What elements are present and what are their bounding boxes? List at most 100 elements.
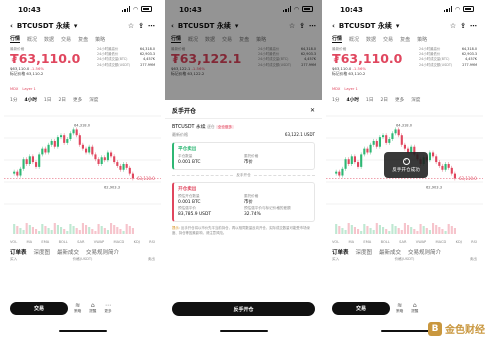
chevron-down-icon[interactable]: ▾ xyxy=(396,22,400,30)
ind-macd[interactable]: MACD xyxy=(114,240,125,244)
tab-strategy[interactable]: 策略 xyxy=(417,36,427,43)
tab-overview[interactable]: 概况 xyxy=(27,36,37,43)
interval-more[interactable]: 更多 xyxy=(395,97,404,103)
alert-button[interactable]: ⌂ 提醒 xyxy=(411,302,418,314)
tab-trade[interactable]: 交易 xyxy=(383,36,393,43)
symbol-title[interactable]: BTCUSDT 永续 xyxy=(17,21,70,31)
ind-macd[interactable]: MACD xyxy=(436,240,447,244)
interval-4h[interactable]: 4小时 xyxy=(25,97,37,103)
candle-body xyxy=(13,171,16,174)
ind-sar[interactable]: SAR xyxy=(399,240,406,244)
tab-data[interactable]: 数据 xyxy=(44,36,54,43)
ind-boll[interactable]: BOLL xyxy=(59,240,68,244)
tab-trade[interactable]: 交易 xyxy=(61,36,71,43)
trade-button[interactable]: 交易 xyxy=(10,301,68,315)
ind-ma[interactable]: MA xyxy=(27,240,33,244)
strategy-button[interactable]: ≋ 策略 xyxy=(396,302,403,314)
volume-bar xyxy=(391,224,394,234)
close-icon[interactable]: ✕ xyxy=(310,107,315,114)
tab-depth[interactable]: 深度图 xyxy=(34,248,51,256)
strategy-button[interactable]: ≋ 策略 xyxy=(74,302,81,314)
ind-vwap[interactable]: VWAP xyxy=(416,240,426,244)
candles-svg: 63,110.0 62,903.3 64,318.0 xyxy=(4,115,161,234)
ind-kdj[interactable]: KDJ xyxy=(134,240,140,244)
tab-overview[interactable]: 概况 xyxy=(349,36,359,43)
back-icon[interactable]: ‹ xyxy=(10,22,13,30)
tab-latest-trades[interactable]: 最新成交 xyxy=(379,248,401,256)
wifi-icon: ◠ xyxy=(455,5,460,13)
tab-orderbook[interactable]: 订单表 xyxy=(10,248,27,256)
sheet-title: 反手开仓 xyxy=(172,107,197,115)
tab-strategy[interactable]: 策略 xyxy=(95,36,105,43)
interval-1d[interactable]: 1日 xyxy=(366,97,374,103)
interval-1d[interactable]: 1日 xyxy=(44,97,52,103)
interval-1m[interactable]: 1分 xyxy=(10,97,18,103)
candle-body xyxy=(66,139,69,143)
candle-body xyxy=(78,135,81,145)
share-icon[interactable]: ⇪ xyxy=(138,22,144,30)
candle-body xyxy=(119,165,122,170)
trade-button[interactable]: 交易 xyxy=(332,301,390,315)
tag-mdx[interactable]: MDX xyxy=(10,87,18,94)
status-time: 10:43 xyxy=(340,4,363,14)
ind-rsi[interactable]: RSI xyxy=(149,240,155,244)
tab-rules[interactable]: 交易规则简介 xyxy=(86,248,119,256)
interval-depth[interactable]: 深度 xyxy=(411,97,420,103)
ind-ma[interactable]: MA xyxy=(349,240,355,244)
tab-review[interactable]: 复盘 xyxy=(78,36,88,43)
interval-more[interactable]: 更多 xyxy=(73,97,82,103)
volume-bar xyxy=(335,224,338,234)
tab-data[interactable]: 数据 xyxy=(366,36,376,43)
chevron-down-icon[interactable]: ▾ xyxy=(74,22,78,30)
tag-layer1[interactable]: Layer 1 xyxy=(344,87,357,94)
tab-orderbook[interactable]: 订单表 xyxy=(332,248,349,256)
bottom-tabs: 订单表 深度图 最新成交 交易规则简介 xyxy=(326,246,483,257)
ind-vol[interactable]: VOL xyxy=(10,240,17,244)
ind-kdj[interactable]: KDJ xyxy=(456,240,462,244)
tab-latest-trades[interactable]: 最新成交 xyxy=(57,248,79,256)
tab-depth[interactable]: 深度图 xyxy=(356,248,373,256)
candlestick-chart[interactable]: 63,110.0 62,903.3 64,318.0 xyxy=(4,108,161,238)
toast-text: 反手开仓成功 xyxy=(392,167,420,173)
ind-ema[interactable]: EMA xyxy=(41,240,49,244)
tag-layer1[interactable]: Layer 1 xyxy=(22,87,35,94)
ind-vol[interactable]: VOL xyxy=(332,240,339,244)
tab-review[interactable]: 复盘 xyxy=(400,36,410,43)
more-button[interactable]: ⋯ 更多 xyxy=(104,302,111,314)
confirm-reverse-button[interactable]: 反手开仓 xyxy=(172,302,315,316)
tab-market[interactable]: 行情 xyxy=(332,35,343,43)
interval-1m[interactable]: 1分 xyxy=(332,97,340,103)
mark-price: 标记价格 63,110.2 xyxy=(332,71,366,76)
more-icon[interactable]: ⋯ xyxy=(148,22,155,30)
tab-market[interactable]: 行情 xyxy=(10,35,21,43)
ind-sar[interactable]: SAR xyxy=(77,240,84,244)
back-icon[interactable]: ‹ xyxy=(332,22,335,30)
reverse-separator: 反手开仓 xyxy=(172,173,315,178)
tag-mdx[interactable]: MDX xyxy=(332,87,340,94)
star-icon[interactable]: ☆ xyxy=(450,22,456,30)
candle-body xyxy=(28,156,31,164)
risk-note: 提示: 反手开仓将以市价先平当前持仓，再以相同数量反向开仓，实际成交数量可能受市… xyxy=(172,226,310,235)
ind-rsi[interactable]: RSI xyxy=(471,240,477,244)
candle-body xyxy=(375,140,378,147)
tab-rules[interactable]: 交易规则简介 xyxy=(408,248,441,256)
dim-overlay[interactable] xyxy=(165,0,322,100)
interval-4h[interactable]: 4小时 xyxy=(347,97,359,103)
alert-button[interactable]: ⌂ 提醒 xyxy=(89,302,96,314)
candle-body xyxy=(88,146,91,153)
symbol-title[interactable]: BTCUSDT 永续 xyxy=(339,21,392,31)
star-icon[interactable]: ☆ xyxy=(128,22,134,30)
open-qty: 0.001 BTC xyxy=(178,200,201,205)
candle-body xyxy=(106,152,109,161)
more-icon[interactable]: ⋯ xyxy=(470,22,477,30)
ind-boll[interactable]: BOLL xyxy=(381,240,390,244)
orderbook-header: 买入 价格(USDT) 卖出 xyxy=(10,257,155,261)
open-price: 市价 xyxy=(244,200,253,205)
interval-2d[interactable]: 2日 xyxy=(380,97,388,103)
candle-body xyxy=(103,157,106,161)
share-icon[interactable]: ⇪ xyxy=(460,22,466,30)
ind-ema[interactable]: EMA xyxy=(363,240,371,244)
interval-depth[interactable]: 深度 xyxy=(89,97,98,103)
ind-vwap[interactable]: VWAP xyxy=(94,240,104,244)
interval-2d[interactable]: 2日 xyxy=(58,97,66,103)
